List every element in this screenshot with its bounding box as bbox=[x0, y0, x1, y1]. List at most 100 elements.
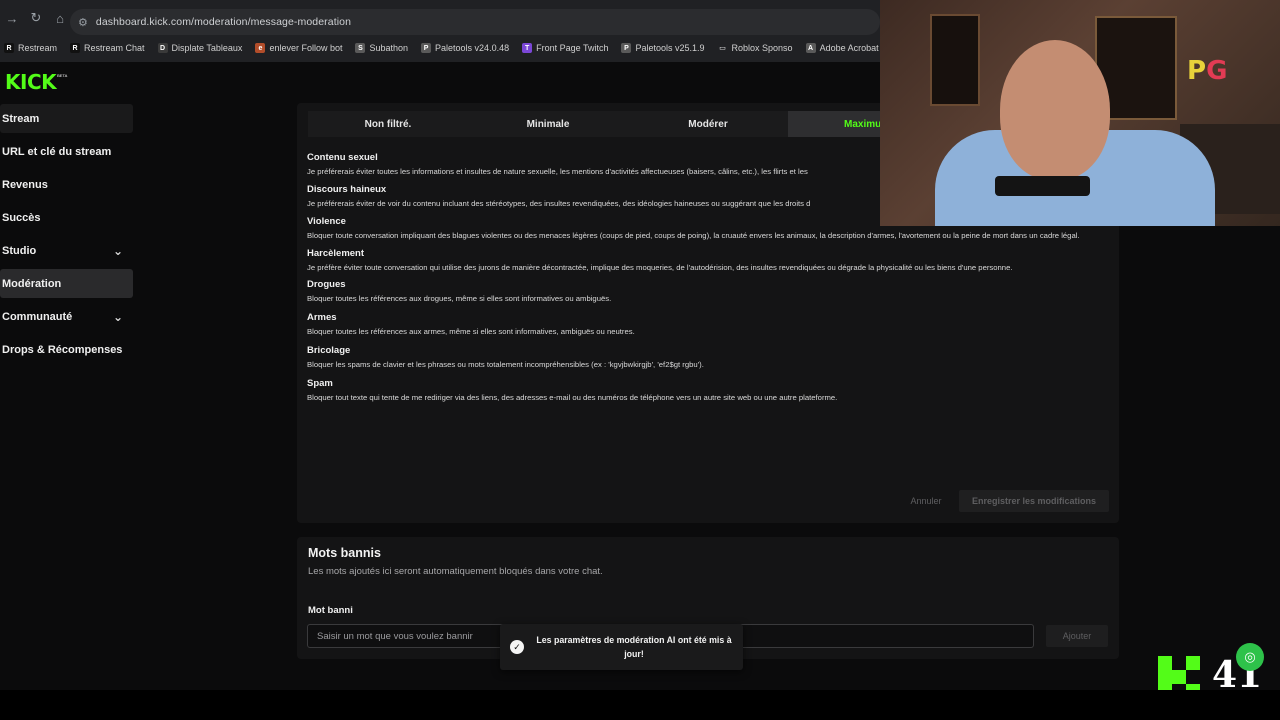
sidebar-item-drops-recompenses[interactable]: Drops & Récompenses bbox=[0, 335, 133, 364]
category-harcelement: Harcèlement Je préfère éviter toute conve… bbox=[307, 247, 1107, 273]
url-row: → ↻ ⌂ ⚙ dashboard.kick.com/moderation/me… bbox=[0, 0, 880, 36]
category-description: Bloquer toute conversation impliquant de… bbox=[307, 231, 1080, 240]
tab-maximu[interactable]: Maximu bbox=[788, 111, 880, 137]
sidebar-item-url-et-cle-du-stream[interactable]: URL et clé du stream bbox=[0, 137, 133, 166]
bookmark-icon: e bbox=[255, 43, 266, 53]
sidebar-item-revenus[interactable]: Revenus bbox=[0, 170, 133, 199]
sidebar-item-label: Communauté bbox=[2, 310, 73, 323]
bookmark-subathon[interactable]: S Subathon bbox=[355, 43, 408, 53]
sidebar: KICK BETA Stream URL et clé du stream Reve… bbox=[0, 62, 140, 690]
bookmark-icon: P bbox=[421, 43, 432, 53]
bookmark-label: Roblox Sponso bbox=[731, 43, 793, 53]
tab-minimale[interactable]: Minimale bbox=[468, 111, 628, 137]
category-spam: Spam Bloquer tout texte qui tente de me r… bbox=[307, 377, 1107, 403]
category-description: Je préfère éviter toute conversation qui… bbox=[307, 263, 1013, 272]
bookmark-label: Subathon bbox=[369, 43, 409, 53]
bookmark-enlever-follow-bot[interactable]: e enlever Follow bot bbox=[255, 43, 342, 53]
address-bar[interactable]: ⚙ dashboard.kick.com/moderation/message-… bbox=[70, 9, 880, 35]
category-title: Harcèlement bbox=[307, 248, 365, 259]
bookmark-restream[interactable]: R Restream bbox=[4, 43, 57, 53]
category-title: Bricolage bbox=[307, 345, 351, 356]
category-description: Bloquer toutes les références aux armes,… bbox=[307, 327, 635, 336]
microphone bbox=[995, 176, 1090, 196]
category-title: Armes bbox=[307, 312, 337, 323]
tab-moderer[interactable]: Modérer bbox=[628, 111, 788, 137]
bookmark-adobe-acrobat[interactable]: A Adobe Acrobat bbox=[805, 43, 879, 53]
reload-icon[interactable]: ↻ bbox=[24, 6, 48, 30]
home-icon[interactable]: ⌂ bbox=[48, 6, 72, 30]
sidebar-item-moderation[interactable]: Modération bbox=[0, 269, 133, 298]
bookmark-label: Paletools v25.1.9 bbox=[635, 43, 705, 53]
category-description: Bloquer tout texte qui tente de me redir… bbox=[307, 393, 838, 402]
sidebar-item-label: Modération bbox=[2, 277, 62, 290]
category-description: Je préférerais éviter de voir du contenu… bbox=[307, 199, 811, 208]
bookmark-label: Displate Tableaux bbox=[171, 43, 243, 53]
banned-words-title: Mots bannis bbox=[308, 546, 381, 560]
tab-non-filtre[interactable]: Non filtré. bbox=[308, 111, 468, 137]
sidebar-item-label: Drops & Récompenses bbox=[2, 343, 123, 356]
url-text: dashboard.kick.com/moderation/message-mo… bbox=[95, 16, 352, 28]
filter-level-tabs: Non filtré. Minimale Modérer Maximu bbox=[308, 111, 880, 137]
bookmarks-bar: R Restream R Restream Chat D Displate Tableau… bbox=[0, 38, 880, 58]
beta-badge: BETA bbox=[57, 73, 68, 78]
forward-icon[interactable]: → bbox=[0, 6, 24, 30]
bookmark-label: Restream bbox=[18, 43, 58, 53]
bookmark-displate-tableaux[interactable]: D Displate Tableaux bbox=[157, 43, 243, 53]
bookmark-label: Paletools v24.0.48 bbox=[435, 43, 510, 53]
sidebar-item-stream[interactable]: Stream bbox=[0, 104, 133, 133]
category-drogues: Drogues Bloquer toutes les références aux… bbox=[307, 278, 1107, 304]
webcam-overlay: PG bbox=[880, 0, 1280, 226]
banned-words-subtitle: Les mots ajoutés ici seront automatiquem… bbox=[308, 566, 603, 577]
bookmark-icon: R bbox=[4, 43, 14, 53]
sidebar-item-label: Studio bbox=[2, 244, 37, 257]
bookmark-paletools-v25-1-9[interactable]: P Paletools v25.1.9 bbox=[621, 43, 705, 53]
bookmark-label: Restream Chat bbox=[84, 43, 145, 53]
sidebar-item-label: Succès bbox=[2, 211, 41, 224]
category-description: Je préférerais éviter toutes les informa… bbox=[307, 167, 808, 176]
sidebar-item-succes[interactable]: Succès bbox=[0, 203, 133, 232]
banned-word-label: Mot banni bbox=[308, 605, 353, 616]
toast-message: Les paramètres de modération AI ont été … bbox=[536, 635, 732, 659]
site-settings-icon[interactable]: ⚙ bbox=[78, 16, 88, 29]
bookmark-roblox-sponso[interactable]: ▭ Roblox Sponso bbox=[717, 43, 793, 53]
category-description: Bloquer toutes les références aux drogue… bbox=[307, 294, 612, 303]
pg-logo: PG bbox=[1187, 56, 1228, 86]
bookmark-icon: R bbox=[70, 43, 81, 53]
bookmark-label: Front Page Twitch bbox=[536, 43, 609, 53]
add-banned-word-button[interactable]: Ajouter bbox=[1046, 625, 1108, 647]
bookmark-icon: T bbox=[522, 43, 533, 53]
sidebar-item-communaute[interactable]: Communauté ⌄ bbox=[0, 302, 133, 331]
category-title: Drogues bbox=[307, 279, 346, 290]
sidebar-item-label: URL et clé du stream bbox=[2, 145, 112, 158]
category-title: Spam bbox=[307, 378, 333, 389]
bookmark-restream-chat[interactable]: R Restream Chat bbox=[70, 43, 145, 53]
sidebar-item-studio[interactable]: Studio ⌄ bbox=[0, 236, 133, 265]
live-indicator-icon: ◎ bbox=[1236, 643, 1264, 671]
bookmark-label: Adobe Acrobat bbox=[819, 43, 879, 53]
bookmark-paletools-v24-0-48[interactable]: P Paletools v24.0.48 bbox=[421, 43, 509, 53]
success-toast: ✓ Les paramètres de modération AI ont ét… bbox=[500, 624, 743, 670]
sidebar-nav: Stream URL et clé du stream Revenus Succès S… bbox=[0, 104, 133, 368]
bookmark-label: enlever Follow bot bbox=[269, 43, 343, 53]
bookmark-front-page-twitch[interactable]: T Front Page Twitch bbox=[522, 43, 608, 53]
bookmark-icon: ▭ bbox=[717, 43, 728, 53]
sidebar-item-label: Stream bbox=[2, 112, 40, 125]
bookmark-icon: D bbox=[157, 43, 168, 53]
streamer-head bbox=[1000, 40, 1110, 180]
save-changes-button[interactable]: Enregistrer les modifications bbox=[959, 490, 1109, 512]
kick-logo[interactable]: KICK BETA bbox=[5, 70, 67, 94]
logo-wordmark: KICK bbox=[5, 70, 57, 94]
bookmark-icon: S bbox=[355, 43, 366, 53]
bookmark-icon: P bbox=[621, 43, 632, 53]
category-bricolage: Bricolage Bloquer les spams de clavier et… bbox=[307, 344, 1107, 370]
bottom-bar bbox=[0, 690, 1280, 720]
wall-frame-left bbox=[930, 14, 980, 106]
sidebar-item-label: Revenus bbox=[2, 178, 48, 191]
cancel-button[interactable]: Annuler bbox=[900, 490, 952, 512]
category-description: Bloquer les spams de clavier et les phra… bbox=[307, 360, 704, 369]
chevron-down-icon[interactable]: ⌄ bbox=[113, 244, 123, 258]
bookmark-icon: A bbox=[805, 43, 816, 53]
check-circle-icon: ✓ bbox=[510, 640, 524, 654]
chevron-down-icon[interactable]: ⌄ bbox=[113, 310, 123, 324]
category-armes: Armes Bloquer toutes les références aux a… bbox=[307, 311, 1107, 337]
